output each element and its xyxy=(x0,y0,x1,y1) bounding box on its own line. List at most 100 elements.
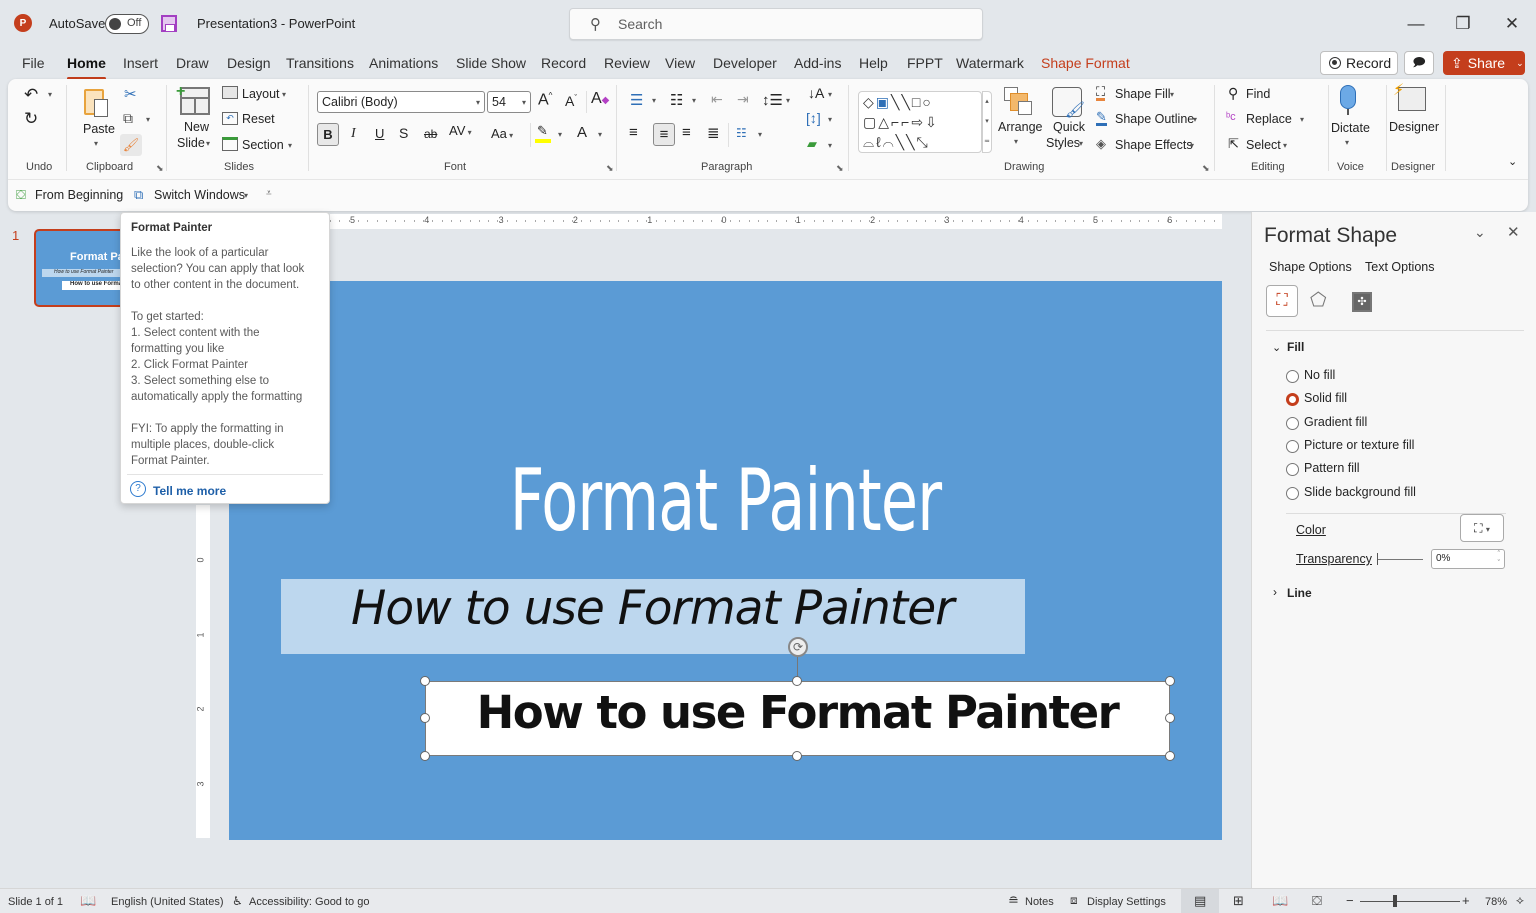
chevron-down-icon[interactable]: ▾ xyxy=(94,139,98,148)
format-painter-button[interactable]: 🖌 xyxy=(120,134,142,156)
bullets-button[interactable]: ☰ xyxy=(630,91,643,109)
align-center-button[interactable]: ≡ xyxy=(653,123,675,146)
dialog-launcher-icon[interactable]: ⬊ xyxy=(1202,163,1210,174)
save-icon[interactable] xyxy=(161,15,177,32)
shapes-row[interactable]: ▢△⌐⌐⇨⇩ xyxy=(863,112,981,132)
collapse-ribbon-icon[interactable]: ⌄ xyxy=(1508,155,1517,168)
tab-record[interactable]: Record xyxy=(541,55,586,77)
slide-canvas[interactable]: Format Painter How to use Format Painter… xyxy=(229,281,1222,840)
chevron-down-icon[interactable]: ⌄ xyxy=(1272,341,1281,354)
dialog-launcher-icon[interactable]: ⬊ xyxy=(836,163,844,174)
text-direction-button[interactable]: ↓A xyxy=(808,85,824,101)
resize-handle[interactable] xyxy=(1165,713,1175,723)
tab-shape-options[interactable]: Shape Options xyxy=(1269,260,1352,274)
chevron-down-icon[interactable]: ▾ xyxy=(244,191,248,200)
chevron-down-icon[interactable]: ▾ xyxy=(1079,139,1083,148)
chevron-down-icon[interactable]: ▾ xyxy=(558,130,562,139)
chevron-down-icon[interactable]: ▾ xyxy=(48,90,52,99)
fill-radio-no-fill[interactable] xyxy=(1286,370,1299,383)
chevron-down-icon[interactable]: ▾ xyxy=(1283,141,1287,150)
text-shadow-button[interactable]: S xyxy=(399,125,408,141)
slide-title[interactable]: Format Painter xyxy=(338,451,1113,551)
bold-button[interactable]: B xyxy=(317,123,339,146)
tab-review[interactable]: Review xyxy=(604,55,650,77)
tab-watermark[interactable]: Watermark xyxy=(956,55,1024,77)
from-beginning-button[interactable]: From Beginning xyxy=(35,188,123,202)
redo-icon[interactable]: ↻ xyxy=(24,109,38,129)
chevron-down-icon[interactable]: ▾ xyxy=(1190,141,1194,150)
display-settings-button[interactable]: Display Settings xyxy=(1087,896,1166,908)
chevron-down-icon[interactable]: ▾ xyxy=(828,141,832,150)
reset-button[interactable]: Reset xyxy=(242,112,275,126)
chevron-down-icon[interactable]: ▾ xyxy=(146,115,150,124)
chevron-down-icon[interactable]: ▾ xyxy=(692,96,696,105)
align-left-button[interactable]: ≡ xyxy=(629,124,638,141)
size-properties-icon[interactable]: ✣ xyxy=(1352,292,1372,312)
fit-to-window-icon[interactable]: ⟡ xyxy=(1516,893,1524,908)
dialog-launcher-icon[interactable]: ⬊ xyxy=(156,163,164,174)
tab-slide-show[interactable]: Slide Show xyxy=(456,55,526,77)
layout-button[interactable]: Layout xyxy=(242,87,280,101)
rotate-handle-icon[interactable]: ⟳ xyxy=(788,637,808,657)
shapes-row[interactable]: ⌓ℓ⌒╲╲⤡ xyxy=(863,132,981,152)
tab-insert[interactable]: Insert xyxy=(123,55,158,77)
record-button[interactable]: Record xyxy=(1320,51,1398,75)
accessibility-status[interactable]: Accessibility: Good to go xyxy=(249,896,369,908)
tab-view[interactable]: View xyxy=(665,55,695,77)
line-spacing-button[interactable]: ↕☰ xyxy=(762,91,783,109)
grow-font-button[interactable]: A^ xyxy=(538,91,552,109)
tab-file[interactable]: File xyxy=(22,55,45,77)
close-pane-icon[interactable]: ✕ xyxy=(1507,223,1520,241)
columns-button[interactable]: ☷ xyxy=(736,126,747,140)
effects-icon[interactable]: ⬠ xyxy=(1310,289,1327,312)
fill-radio-picture-or-texture-fill[interactable] xyxy=(1286,439,1299,453)
line-section-header[interactable]: Line xyxy=(1287,586,1312,600)
language-status[interactable]: English (United States) xyxy=(111,896,224,908)
tab-text-options[interactable]: Text Options xyxy=(1365,260,1434,274)
fill-option-label[interactable]: Solid fill xyxy=(1304,391,1347,405)
cut-icon[interactable]: ✂ xyxy=(124,85,137,103)
fill-radio-pattern-fill[interactable] xyxy=(1286,463,1299,477)
fill-option-label[interactable]: No fill xyxy=(1304,368,1335,382)
designer-icon[interactable]: ⚡ xyxy=(1393,82,1426,111)
paste-button[interactable]: Paste xyxy=(83,122,115,136)
font-color-button[interactable]: A xyxy=(577,124,587,141)
zoom-in-button[interactable]: + xyxy=(1462,893,1470,908)
customize-toolbar-icon[interactable]: ⩡ xyxy=(266,188,272,199)
close-button[interactable]: ✕ xyxy=(1492,10,1532,38)
tab-transitions[interactable]: Transitions xyxy=(286,55,354,77)
normal-view-button[interactable]: ▤ xyxy=(1181,889,1219,913)
reading-view-icon[interactable]: 📖 xyxy=(1272,893,1288,909)
shape-fill-button[interactable]: Shape Fill xyxy=(1115,87,1171,101)
character-spacing-button[interactable]: AV ▾ xyxy=(449,123,472,138)
tab-developer[interactable]: Developer xyxy=(713,55,777,77)
minimize-button[interactable]: — xyxy=(1396,10,1436,38)
fill-section-header[interactable]: Fill xyxy=(1287,340,1304,354)
chevron-down-icon[interactable]: ▾ xyxy=(288,141,292,150)
chevron-down-icon[interactable]: ▾ xyxy=(828,115,832,124)
numbering-button[interactable]: ☷ xyxy=(670,91,683,109)
dialog-launcher-icon[interactable]: ⬊ xyxy=(606,163,614,174)
tab-shape-format[interactable]: Shape Format xyxy=(1041,55,1130,77)
font-size-select[interactable]: 54 ▾ xyxy=(487,91,531,113)
arrange-icon[interactable] xyxy=(1004,87,1034,117)
microphone-icon[interactable] xyxy=(1340,85,1356,109)
shape-effects-button[interactable]: Shape Effects xyxy=(1115,138,1193,152)
fill-option-label[interactable]: Gradient fill xyxy=(1304,415,1367,429)
font-name-select[interactable]: Calibri (Body) ▾ xyxy=(317,91,485,113)
copy-icon[interactable]: ⧉ xyxy=(123,110,133,127)
shape-outline-button[interactable]: Shape Outline xyxy=(1115,112,1194,126)
fill-line-icon[interactable]: ⛶ xyxy=(1266,285,1298,317)
align-right-button[interactable]: ≡ xyxy=(682,124,691,141)
arrange-button[interactable]: Arrange xyxy=(998,120,1042,134)
resize-handle[interactable] xyxy=(792,751,802,761)
strikethrough-button[interactable]: ab xyxy=(424,127,437,141)
chevron-right-icon[interactable]: › xyxy=(1273,585,1277,599)
justify-button[interactable]: ≣ xyxy=(707,124,720,142)
zoom-level[interactable]: 78% xyxy=(1485,896,1507,908)
smartart-button[interactable]: ▰ xyxy=(807,136,817,152)
decrease-indent-button[interactable]: ⇤ xyxy=(711,91,723,108)
subtitle-bold-box[interactable]: How to use Format Painter xyxy=(425,681,1170,756)
resize-handle[interactable] xyxy=(420,676,430,686)
chevron-down-icon[interactable]: ▾ xyxy=(1014,137,1018,146)
